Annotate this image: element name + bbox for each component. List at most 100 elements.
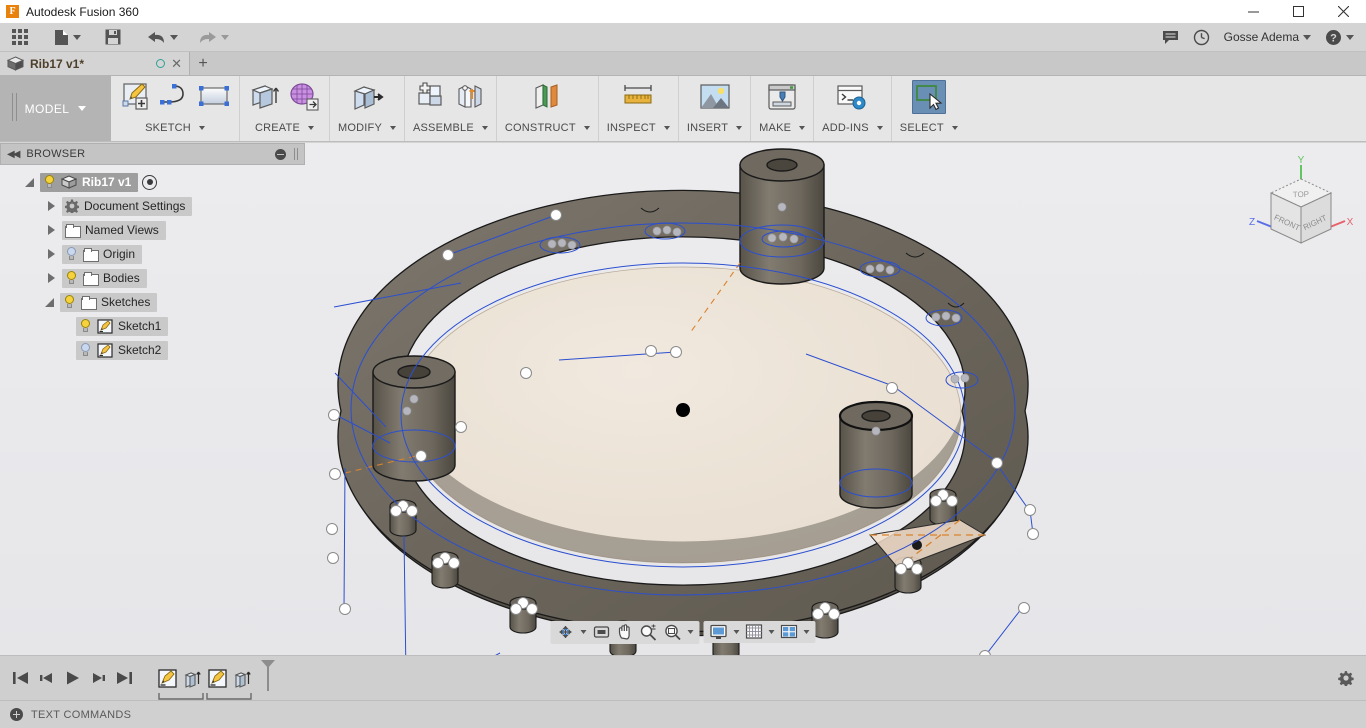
tree-chip[interactable]: Sketches — [60, 293, 157, 312]
timeline-extrude2[interactable] — [230, 665, 255, 691]
tree-chip[interactable]: Origin — [62, 245, 142, 264]
ribbon-panel-title-select[interactable]: SELECT — [900, 122, 958, 134]
workspace-selector[interactable]: MODEL — [0, 76, 111, 141]
new-tab-button[interactable]: + — [190, 52, 216, 75]
new-component-icon[interactable] — [414, 80, 448, 114]
minimize-button[interactable] — [1231, 0, 1276, 23]
extrude-icon[interactable] — [248, 80, 282, 114]
tree-chip[interactable]: Sketch1 — [76, 317, 168, 336]
expand-toggle[interactable] — [38, 298, 60, 307]
grid-snaps-icon — [746, 624, 763, 640]
triangle-closed-icon — [48, 201, 55, 211]
light-bulb-icon[interactable] — [43, 175, 56, 189]
step-back-icon[interactable] — [38, 670, 55, 686]
expand-toggle[interactable] — [40, 225, 62, 235]
ribbon-panel-title-sketch[interactable]: SKETCH — [145, 122, 205, 134]
ribbon-panel-title-construct[interactable]: CONSTRUCT — [505, 122, 590, 134]
help-button[interactable]: ? — [1319, 23, 1360, 52]
joint-icon[interactable] — [453, 80, 487, 114]
go-to-beginning-icon[interactable] — [12, 670, 29, 686]
new-document-button[interactable] — [48, 23, 87, 52]
tree-chip[interactable]: Sketch2 — [76, 341, 168, 360]
press-pull-icon[interactable] — [350, 80, 384, 114]
light-bulb-icon[interactable] — [65, 247, 78, 261]
tree-chip[interactable]: Named Views — [62, 221, 166, 240]
measure-icon[interactable] — [621, 80, 655, 114]
go-to-end-icon[interactable] — [116, 670, 133, 686]
grid-snaps-button[interactable] — [744, 623, 777, 641]
offset-plane-icon[interactable] — [530, 80, 564, 114]
select-window-icon[interactable] — [912, 80, 946, 114]
3d-print-icon[interactable] — [765, 80, 799, 114]
undo-button[interactable] — [141, 23, 184, 52]
expand-toggle[interactable] — [40, 201, 62, 211]
minus-circle-icon[interactable] — [275, 149, 286, 160]
redo-button[interactable] — [192, 23, 235, 52]
viewports-icon — [781, 624, 798, 640]
fit-button[interactable] — [662, 623, 696, 642]
tree-node-sketch2[interactable]: Sketch2 — [0, 338, 305, 362]
tree-node-sketches[interactable]: Sketches — [0, 290, 305, 314]
activate-component-radio[interactable] — [142, 175, 157, 190]
collapse-left-icon[interactable]: ◀◀ — [7, 149, 18, 160]
rectangle-icon[interactable] — [197, 80, 231, 114]
create-sketch-icon[interactable] — [119, 80, 153, 114]
light-bulb-icon[interactable] — [63, 295, 76, 309]
display-settings-button[interactable] — [708, 623, 742, 641]
close-button[interactable] — [1321, 0, 1366, 23]
spline-icon[interactable] — [158, 80, 192, 114]
zoom-button[interactable] — [638, 623, 660, 642]
tree-node-sketch1[interactable]: Sketch1 — [0, 314, 305, 338]
ribbon-panel-insert: INSERT — [679, 76, 751, 141]
resize-grip[interactable] — [294, 148, 298, 160]
play-icon[interactable] — [64, 670, 81, 686]
ribbon-panel-title-make[interactable]: MAKE — [759, 122, 805, 134]
end-of-timeline-marker[interactable] — [255, 665, 280, 691]
ribbon-panel-title-assemble[interactable]: ASSEMBLE — [413, 122, 488, 134]
user-account-button[interactable]: Gosse Adema — [1218, 23, 1317, 52]
insert-image-icon[interactable] — [698, 80, 732, 114]
maximize-button[interactable] — [1276, 0, 1321, 23]
orbit-button[interactable] — [555, 623, 589, 641]
ribbon-panel-title-insert[interactable]: INSERT — [687, 122, 742, 134]
view-cube[interactable]: Y X Z TOP FRONT RIGHT — [1246, 151, 1356, 261]
ribbon-panel-title-inspect[interactable]: INSPECT — [607, 122, 670, 134]
pan-icon — [617, 624, 634, 641]
tree-node-named-views[interactable]: Named Views — [0, 218, 305, 242]
history-button[interactable] — [1187, 23, 1216, 52]
tree-node-bodies[interactable]: Bodies — [0, 266, 305, 290]
scripts-addins-icon[interactable] — [835, 80, 869, 114]
comments-button[interactable] — [1156, 23, 1185, 52]
expand-toggle[interactable] — [18, 178, 40, 187]
tree-node-document-settings[interactable]: Document Settings — [0, 194, 305, 218]
light-bulb-icon[interactable] — [79, 319, 92, 333]
ribbon-panel-title-create[interactable]: CREATE — [255, 122, 314, 134]
save-button[interactable] — [99, 23, 127, 52]
tree-chip[interactable]: Rib17 v1 — [40, 173, 138, 192]
app-grid-button[interactable] — [6, 23, 34, 52]
tree-node-origin[interactable]: Origin — [0, 242, 305, 266]
document-tab[interactable]: Rib17 v1* ✕ — [0, 52, 190, 75]
tree-node-root[interactable]: Rib17 v1 — [0, 170, 305, 194]
ribbon-panel-title-modify[interactable]: MODIFY — [338, 122, 396, 134]
ribbon-panel-title-addins[interactable]: ADD-INS — [822, 122, 883, 134]
mesh-icon[interactable] — [287, 80, 321, 114]
step-forward-icon[interactable] — [90, 670, 107, 686]
text-commands-label[interactable]: TEXT COMMANDS — [31, 709, 131, 721]
viewports-button[interactable] — [779, 623, 812, 641]
drag-handle[interactable] — [12, 93, 17, 121]
expand-toggle[interactable] — [40, 249, 62, 259]
expand-toggle[interactable] — [40, 273, 62, 283]
timeline-settings-button[interactable] — [1338, 670, 1354, 686]
add-circle-icon[interactable] — [10, 708, 23, 721]
light-bulb-icon[interactable] — [79, 343, 92, 357]
look-at-button[interactable] — [591, 623, 613, 641]
close-icon[interactable]: ✕ — [171, 57, 182, 70]
light-bulb-icon[interactable] — [65, 271, 78, 285]
tree-chip[interactable]: Bodies — [62, 269, 147, 288]
timeline-extrude1[interactable] — [180, 665, 205, 691]
tree-chip[interactable]: Document Settings — [62, 197, 192, 216]
timeline-sketch2[interactable] — [205, 665, 230, 691]
timeline-sketch1[interactable] — [155, 665, 180, 691]
pan-button[interactable] — [615, 623, 636, 642]
